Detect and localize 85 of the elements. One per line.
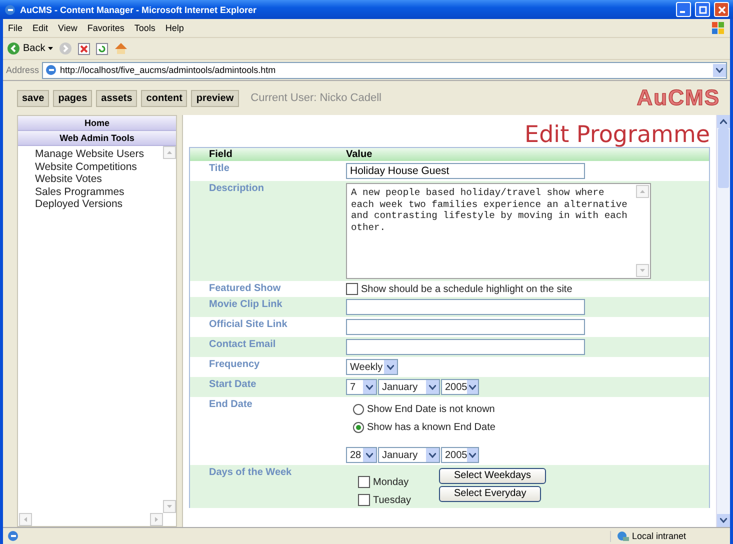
radio-label: Show has a known End Date (367, 422, 496, 433)
home-button[interactable] (114, 42, 128, 55)
close-button[interactable] (714, 2, 729, 17)
menu-item[interactable]: Edit (32, 23, 48, 33)
field-label: Days of the Week (208, 467, 293, 480)
radio-button[interactable] (353, 422, 364, 433)
globe-icon (616, 530, 629, 542)
close-icon (718, 6, 726, 14)
scroll-thumb[interactable] (718, 128, 729, 188)
toolbar-button[interactable]: preview (191, 90, 239, 106)
sidebar-header[interactable]: Web Admin Tools (18, 131, 176, 146)
sidebar-item[interactable]: Website Votes (35, 173, 163, 186)
scroll-up-icon[interactable] (717, 115, 730, 128)
field-label: Contact Email (208, 339, 277, 352)
year-dropdown[interactable]: 2005 (441, 447, 479, 463)
text-field[interactable]: Holiday House Guest (346, 163, 585, 179)
sidebar-item[interactable]: Sales Programmes (35, 186, 163, 198)
checkbox[interactable] (358, 476, 370, 488)
field-label: Featured Show (208, 283, 282, 295)
field-label: Movie Clip Link (208, 299, 284, 312)
refresh-button[interactable] (96, 42, 108, 54)
caret-icon (48, 47, 54, 50)
caret-icon (387, 364, 394, 370)
minimize-button[interactable] (676, 2, 691, 17)
frequency-dropdown[interactable]: Weekly (346, 359, 398, 375)
address-label: Address (6, 65, 40, 75)
radio-label: Show End Date is not known (367, 404, 495, 415)
back-button[interactable]: Back (7, 42, 54, 55)
text-field[interactable] (346, 299, 585, 315)
day-label: Monday (373, 476, 409, 488)
checkbox-label: Show should be a schedule highlight on the site (361, 284, 572, 294)
scroll-down-icon[interactable] (717, 514, 730, 527)
caret-icon (716, 68, 723, 72)
window-title: AuCMS - Content Manager - Microsoft Internet Explorer (20, 4, 258, 14)
toolbar-button[interactable]: assets (96, 90, 138, 106)
caret-icon (366, 452, 373, 458)
month-dropdown[interactable]: January (378, 379, 440, 395)
toolbar-button[interactable]: pages (53, 90, 92, 106)
column-header: Field (208, 149, 234, 160)
sidebar-item[interactable]: Deployed Versions (35, 198, 163, 210)
radio-button[interactable] (353, 404, 364, 415)
toolbar-button[interactable]: content (141, 90, 188, 106)
current-user: Current User: Nicko Cadell (250, 92, 382, 104)
caret-icon (469, 384, 476, 390)
toolbar-button[interactable]: save (17, 90, 50, 106)
column-header: Value (346, 149, 374, 160)
menu-item[interactable]: File (8, 23, 23, 33)
text-field[interactable] (346, 319, 585, 335)
day-label: Tuesday (373, 494, 411, 506)
security-zone: Local intranet (610, 530, 726, 542)
menu-item[interactable]: Help (165, 23, 184, 33)
sidebar-item[interactable]: Manage Website Users (35, 148, 163, 160)
stop-button[interactable] (78, 42, 90, 54)
select-days-button[interactable]: Select Everyday (438, 486, 542, 502)
menu-item[interactable]: Tools (134, 23, 156, 33)
restore-button[interactable] (695, 2, 710, 17)
text-field[interactable] (346, 339, 585, 355)
caret-icon (720, 518, 727, 523)
year-dropdown[interactable]: 2005 (441, 379, 479, 395)
page-title: Edit Programme (524, 121, 710, 149)
logo: AuCMS (636, 85, 720, 111)
field-label: Frequency (208, 359, 261, 372)
day-dropdown[interactable]: 7 (346, 379, 377, 395)
windows-logo-icon (711, 21, 725, 35)
month-dropdown[interactable]: January (378, 447, 440, 463)
field-label: Title (208, 163, 230, 176)
caret-icon (429, 452, 436, 458)
sidebar-item[interactable]: Website Competitions (35, 160, 163, 173)
field-label: Official Site Link (208, 319, 288, 332)
maximize-icon (698, 6, 706, 14)
caret-icon (720, 119, 727, 124)
caret-icon (469, 452, 476, 458)
select-days-button[interactable]: Select Weekdays (438, 468, 546, 484)
caret-icon (366, 384, 373, 390)
field-label: End Date (208, 399, 254, 412)
field-label: Start Date (208, 379, 258, 392)
sidebar-header[interactable]: Home (18, 116, 176, 131)
checkbox[interactable] (358, 494, 370, 506)
caret-icon (429, 384, 436, 390)
menu-item[interactable]: Favorites (87, 23, 124, 33)
checkbox[interactable] (346, 283, 358, 295)
day-dropdown[interactable]: 28 (346, 447, 377, 463)
menu-item[interactable]: View (58, 23, 78, 33)
field-label: Description (208, 183, 266, 196)
address-field[interactable]: http://localhost/five_aucms/admintools/admintools.htm (42, 62, 727, 78)
